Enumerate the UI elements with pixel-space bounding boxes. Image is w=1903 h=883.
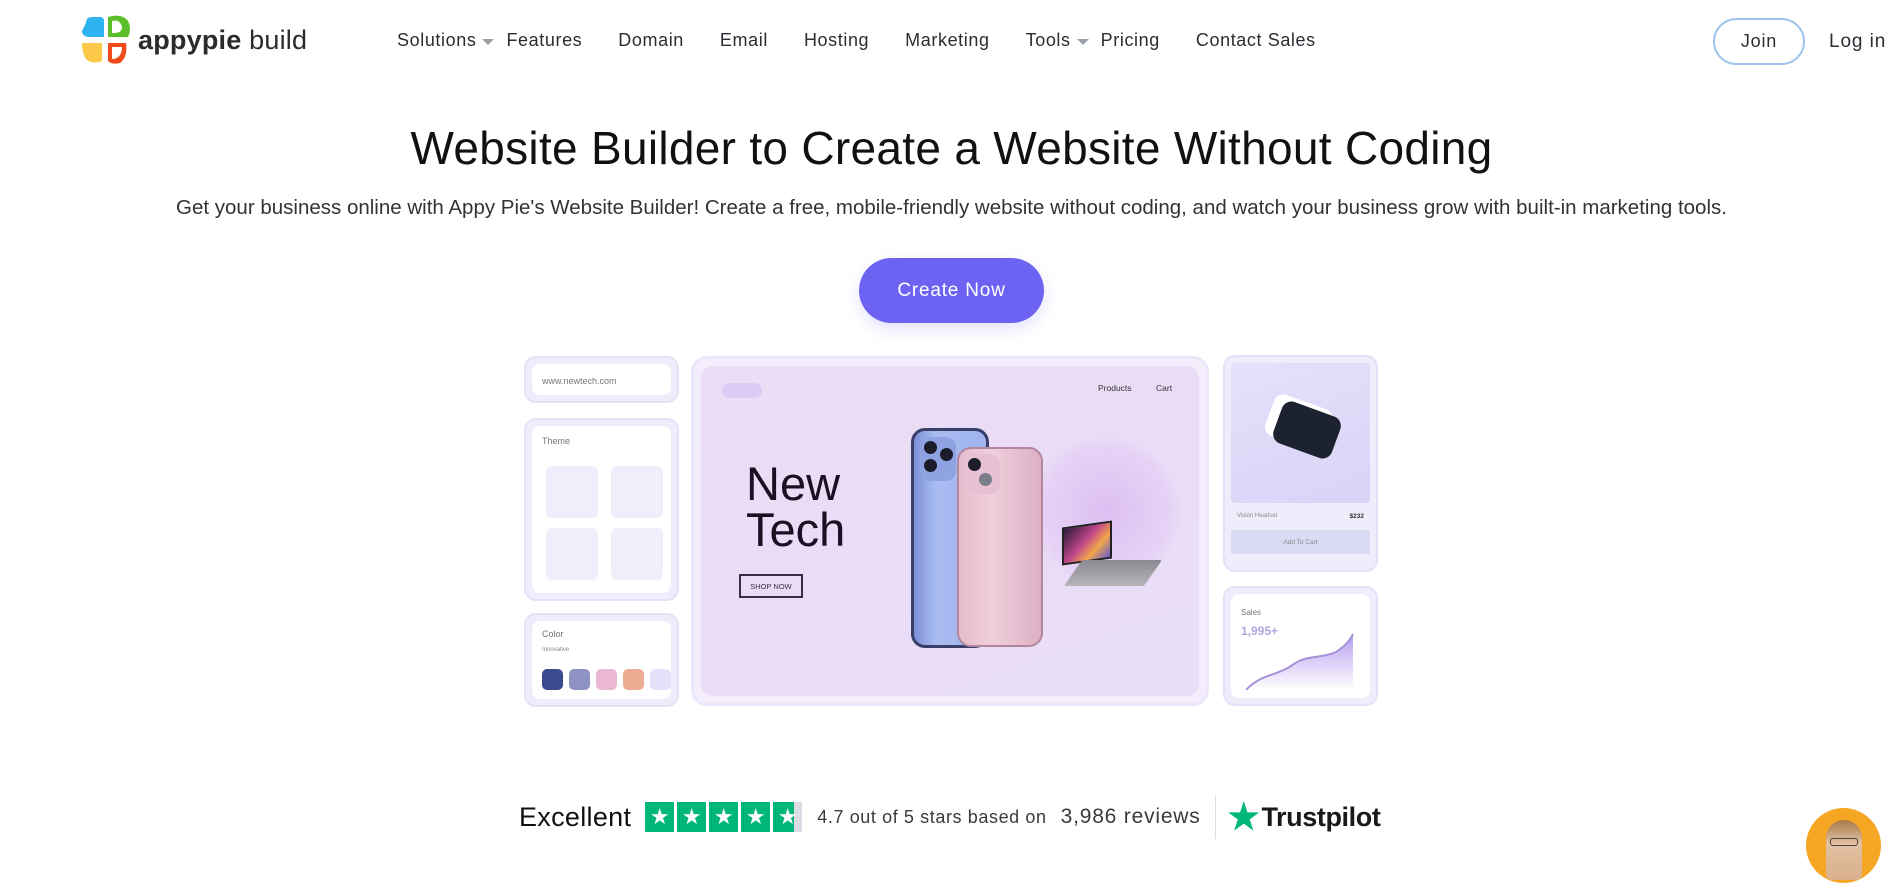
color-label: Color <box>542 629 564 639</box>
trustpilot-logo: ★ Trustpilot <box>1227 796 1381 837</box>
theme-option <box>611 466 663 518</box>
preview-logo-placeholder <box>722 383 762 398</box>
nav-hosting[interactable]: Hosting <box>804 30 869 51</box>
chevron-down-icon <box>1076 39 1089 45</box>
trustpilot-star-icon: ★ <box>1227 796 1260 837</box>
phone-image <box>957 447 1043 647</box>
preview-nav-products: Products <box>1098 383 1132 393</box>
sales-label: Sales <box>1241 608 1262 617</box>
sales-trend-chart <box>1245 633 1354 691</box>
page-title: Website Builder to Create a Website With… <box>410 122 1493 174</box>
star-icon: ★ <box>645 802 675 832</box>
url-panel: www.newtech.com <box>524 356 679 403</box>
nav-solutions[interactable]: Solutions <box>397 30 495 51</box>
create-now-button[interactable]: Create Now <box>859 258 1044 323</box>
trustpilot-reviews[interactable]: Excellent ★ ★ ★ ★ ★ 4.7 out of 5 stars b… <box>519 793 1381 841</box>
chevron-down-icon <box>482 39 495 45</box>
preview-headline: New Tech <box>746 457 846 556</box>
logo-product: build <box>249 24 308 55</box>
nav-contact-sales[interactable]: Contact Sales <box>1196 30 1316 51</box>
site-header: appypie build Solutions Features Domain … <box>0 0 1903 84</box>
preview-shop-now-button: SHOP NOW <box>739 574 803 598</box>
login-link[interactable]: Log in <box>1829 31 1886 53</box>
star-rating: ★ ★ ★ ★ ★ <box>645 802 805 832</box>
theme-option <box>546 528 598 580</box>
color-swatch <box>542 669 563 690</box>
review-count: 3,986 reviews <box>1060 805 1201 828</box>
color-swatch <box>650 669 671 690</box>
laptop-image <box>1062 520 1112 566</box>
theme-label: Theme <box>542 436 571 446</box>
swatch-row <box>542 669 677 690</box>
product-image <box>1231 363 1370 503</box>
nav-email[interactable]: Email <box>720 30 768 51</box>
theme-option <box>611 528 663 580</box>
color-scheme-name: Innovative <box>542 647 570 653</box>
main-nav: Solutions Features Domain Email Hosting … <box>397 30 1316 51</box>
nav-pricing[interactable]: Pricing <box>1101 30 1160 51</box>
appypie-logo-icon <box>82 15 130 64</box>
avatar-face <box>1826 820 1862 880</box>
color-swatch <box>596 669 617 690</box>
preview-nav-cart: Cart <box>1156 383 1173 393</box>
add-to-cart-button: Add To Cart <box>1231 530 1370 554</box>
sales-area <box>1246 634 1353 690</box>
divider <box>1214 795 1216 839</box>
nav-features[interactable]: Features <box>506 30 582 51</box>
color-swatch <box>569 669 590 690</box>
star-icon: ★ <box>677 802 707 832</box>
logo-brand: appypie <box>138 24 242 55</box>
hero-subtitle: Get your business online with Appy Pie's… <box>176 196 1727 219</box>
url-text: www.newtech.com <box>542 376 617 386</box>
site-preview-card: Products Cart New Tech SHOP NOW <box>691 356 1209 706</box>
rating-text: 4.7 out of 5 stars based on <box>817 806 1047 827</box>
star-icon: ★ <box>709 802 739 832</box>
theme-option <box>546 466 598 518</box>
theme-panel: Theme <box>524 418 679 601</box>
star-icon: ★ <box>741 802 771 832</box>
star-icon: ★ <box>773 802 803 832</box>
nav-marketing[interactable]: Marketing <box>905 30 989 51</box>
join-button[interactable]: Join <box>1713 18 1805 65</box>
rating-label: Excellent <box>519 801 632 832</box>
color-swatch <box>623 669 644 690</box>
chat-assistant-avatar[interactable] <box>1806 808 1881 883</box>
nav-tools[interactable]: Tools <box>1026 30 1089 51</box>
nav-domain[interactable]: Domain <box>618 30 684 51</box>
product-card: Vision Headset $232 Add To Cart <box>1223 355 1378 572</box>
logo-link[interactable]: appypie build <box>78 13 307 67</box>
product-name: Vision Headset <box>1237 513 1278 519</box>
sales-card: Sales 1,995+ <box>1223 586 1378 706</box>
color-panel: Color Innovative <box>524 613 679 707</box>
vr-headset-image <box>1270 398 1344 462</box>
product-price: $232 <box>1349 513 1364 520</box>
